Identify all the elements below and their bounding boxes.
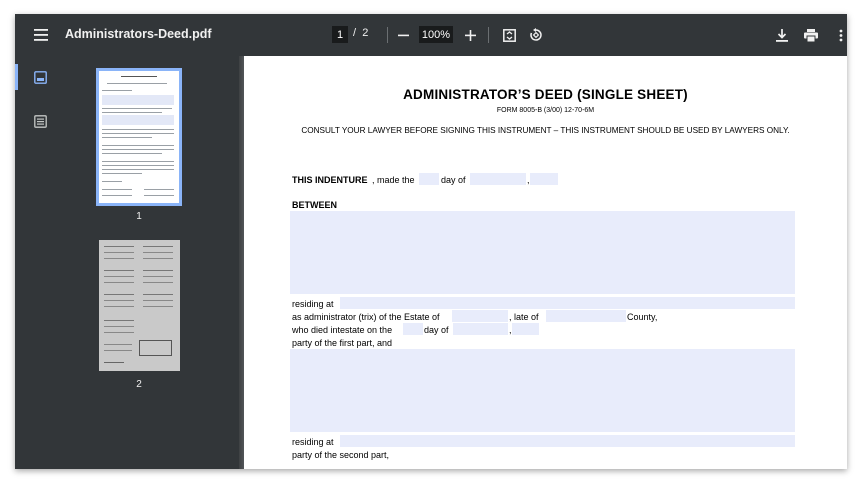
active-tab-indicator bbox=[15, 64, 18, 90]
thumbnail-sidebar: 1 2 bbox=[15, 56, 239, 469]
day-of-label-2: day of bbox=[424, 325, 449, 335]
download-icon[interactable] bbox=[770, 14, 794, 56]
death-day-field[interactable] bbox=[403, 323, 423, 335]
thumbnail-label: 1 bbox=[136, 211, 142, 222]
residing-at-label-2: residing at bbox=[292, 437, 334, 447]
second-part-label: party of the second part, bbox=[292, 450, 390, 460]
toolbar-divider bbox=[488, 27, 489, 43]
pdf-page: ADMINISTRATOR’S DEED (SINGLE SHEET) FORM… bbox=[244, 56, 847, 469]
residing-at-label: residing at bbox=[292, 299, 334, 309]
zoom-level-input[interactable]: 100% bbox=[419, 26, 453, 43]
death-year-field[interactable] bbox=[512, 323, 539, 335]
consult-notice: CONSULT YOUR LAWYER BEFORE SIGNING THIS … bbox=[301, 126, 790, 135]
plus-icon[interactable] bbox=[458, 14, 482, 56]
indenture-day-field[interactable] bbox=[419, 173, 439, 185]
more-vert-icon[interactable] bbox=[829, 14, 847, 56]
first-party-address-field[interactable] bbox=[340, 297, 795, 309]
hamburger-menu-icon[interactable] bbox=[29, 14, 53, 56]
as-administrator-label: as administrator (trix) of the Estate of bbox=[292, 312, 440, 322]
indenture-label: THIS INDENTURE bbox=[292, 175, 368, 185]
second-party-name-field[interactable] bbox=[290, 349, 795, 432]
toolbar: Administrators-Deed.pdf 1 / 2 100% bbox=[15, 14, 847, 56]
indenture-text: , made the bbox=[372, 175, 415, 185]
page-thumbnail-2[interactable] bbox=[99, 240, 180, 371]
page-separator: / bbox=[353, 27, 357, 39]
deed-title: ADMINISTRATOR’S DEED (SINGLE SHEET) bbox=[403, 87, 688, 102]
late-of-label: , late of bbox=[509, 312, 539, 322]
document-title: Administrators-Deed.pdf bbox=[65, 27, 212, 41]
indenture-year-field[interactable] bbox=[530, 173, 558, 185]
first-party-name-field[interactable] bbox=[290, 211, 795, 294]
estate-name-field[interactable] bbox=[452, 310, 508, 322]
late-of-county-field[interactable] bbox=[546, 310, 626, 322]
thumbnail-label: 2 bbox=[136, 379, 142, 390]
print-icon[interactable] bbox=[799, 14, 823, 56]
document-viewer: ADMINISTRATOR’S DEED (SINGLE SHEET) FORM… bbox=[239, 56, 847, 469]
toolbar-divider bbox=[387, 27, 388, 43]
county-label: County, bbox=[627, 312, 658, 322]
page-count: / 2 bbox=[353, 27, 368, 39]
indenture-month-field[interactable] bbox=[470, 173, 526, 185]
rotate-icon[interactable] bbox=[524, 14, 548, 56]
pdf-viewer-window: Administrators-Deed.pdf 1 / 2 100% 1 2 A… bbox=[15, 14, 847, 469]
minus-icon[interactable] bbox=[391, 14, 415, 56]
death-month-field[interactable] bbox=[453, 323, 508, 335]
outline-icon[interactable] bbox=[31, 112, 49, 130]
total-pages: 2 bbox=[362, 27, 369, 39]
page-number-input[interactable]: 1 bbox=[332, 26, 348, 43]
between-label: BETWEEN bbox=[292, 200, 337, 210]
form-number: FORM 8005-B (3/00) 12-70-6M bbox=[496, 107, 595, 114]
thumbnail-box bbox=[139, 340, 172, 356]
first-part-label: party of the first part, and bbox=[292, 338, 393, 348]
who-died-label: who died intestate on the bbox=[292, 325, 393, 335]
second-party-address-field[interactable] bbox=[340, 435, 795, 447]
fit-to-page-icon[interactable] bbox=[497, 14, 521, 56]
thumbnails-icon[interactable] bbox=[31, 68, 49, 86]
page-thumbnail-1[interactable] bbox=[96, 68, 182, 206]
day-of-label: day of bbox=[441, 175, 466, 185]
